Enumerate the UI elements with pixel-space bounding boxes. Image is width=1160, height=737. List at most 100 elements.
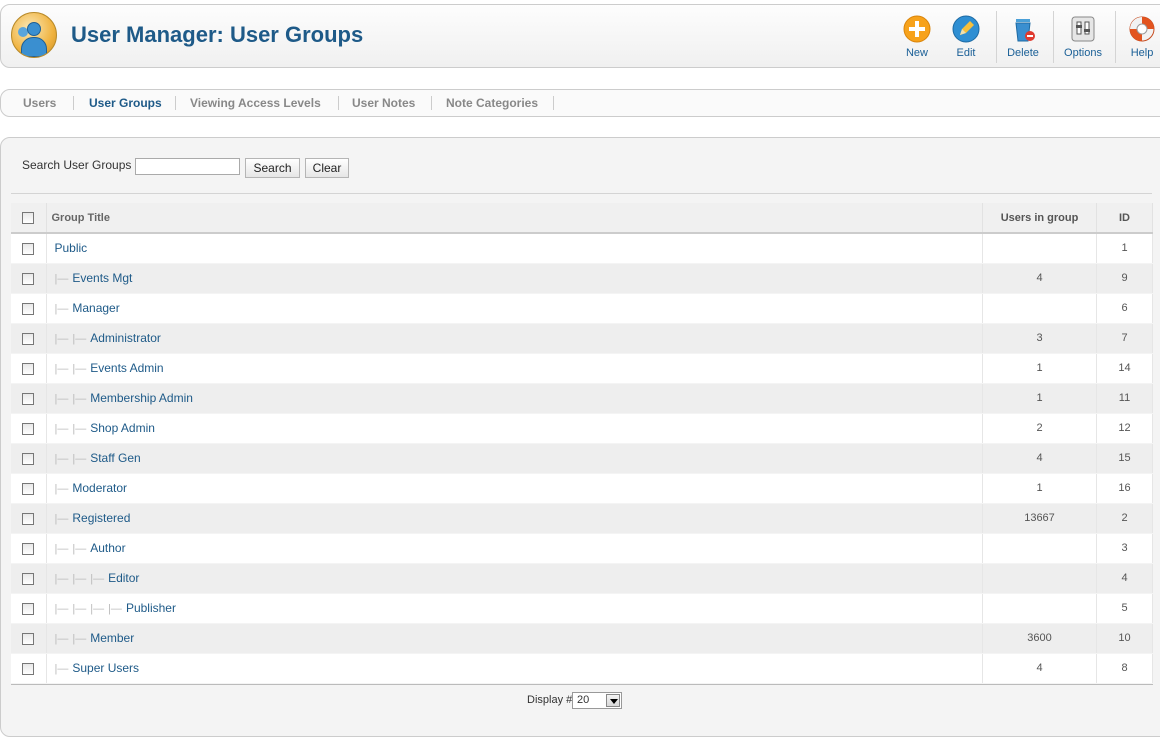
users-in-group-cell: 1 xyxy=(982,383,1097,414)
row-checkbox-cell xyxy=(11,353,47,384)
select-all-checkbox[interactable] xyxy=(22,211,35,224)
tree-indent-icon: |— xyxy=(72,363,87,375)
row-checkbox[interactable] xyxy=(22,392,35,405)
search-input[interactable] xyxy=(135,158,240,175)
group-title-link[interactable]: Shop Admin xyxy=(90,421,155,435)
row-checkbox[interactable] xyxy=(22,572,35,585)
display-limit-value: 20 xyxy=(577,694,590,706)
tab-note-categories[interactable]: Note Categories xyxy=(446,96,538,110)
tree-indent-icon: |— xyxy=(54,273,69,285)
page-title: User Manager: User Groups xyxy=(71,22,364,47)
row-checkbox-cell xyxy=(11,293,47,324)
chevron-down-icon[interactable] xyxy=(606,694,620,707)
group-title-cell: Public xyxy=(46,233,983,264)
tab-users[interactable]: Users xyxy=(23,96,56,110)
id-cell: 10 xyxy=(1096,623,1153,654)
tree-indent-icon: |— xyxy=(54,483,69,495)
help-label: Help xyxy=(1130,47,1154,59)
table-row: |— |— Author 3 xyxy=(11,533,1153,564)
tree-indent-icon: |— xyxy=(72,633,87,645)
row-checkbox[interactable] xyxy=(22,482,35,495)
tree-indent-icon: |— xyxy=(108,603,122,615)
row-checkbox-cell xyxy=(11,233,47,264)
row-checkbox[interactable] xyxy=(22,272,35,285)
clear-button[interactable]: Clear xyxy=(305,158,349,178)
row-checkbox-cell xyxy=(11,653,47,684)
group-title-link[interactable]: Staff Gen xyxy=(90,451,140,465)
tree-indent-icon: |— xyxy=(72,543,87,555)
toolbar-divider xyxy=(996,11,997,63)
table-row: |— |— Member 3600 10 xyxy=(11,623,1153,654)
column-id[interactable]: ID xyxy=(1096,203,1153,234)
row-checkbox[interactable] xyxy=(22,662,35,675)
users-in-group-cell xyxy=(982,233,1097,264)
display-label: Display # xyxy=(527,694,573,706)
row-checkbox[interactable] xyxy=(22,332,35,345)
group-title-link[interactable]: Publisher xyxy=(126,601,176,615)
tree-indent-icon: |— xyxy=(54,423,69,435)
users-in-group-cell: 13667 xyxy=(982,503,1097,534)
options-button[interactable]: Options xyxy=(1061,15,1105,63)
group-title-link[interactable]: Registered xyxy=(72,511,130,525)
group-title-link[interactable]: Public xyxy=(55,241,88,255)
row-checkbox[interactable] xyxy=(22,302,35,315)
display-limit-select[interactable]: 20 xyxy=(572,692,622,709)
group-title-link[interactable]: Member xyxy=(90,631,134,645)
row-checkbox[interactable] xyxy=(22,542,35,555)
group-title-link[interactable]: Super Users xyxy=(72,661,139,675)
row-checkbox-cell xyxy=(11,563,47,594)
group-title-link[interactable]: Moderator xyxy=(72,481,127,495)
tab-user-notes[interactable]: User Notes xyxy=(352,96,415,110)
edit-label: Edit xyxy=(956,47,976,59)
toolbar-divider xyxy=(1053,11,1054,63)
delete-label: Delete xyxy=(1007,47,1039,59)
users-in-group-cell: 4 xyxy=(982,653,1097,684)
row-checkbox[interactable] xyxy=(22,512,35,525)
group-title-link[interactable]: Administrator xyxy=(90,331,161,345)
row-checkbox[interactable] xyxy=(22,452,35,465)
table-row: |— |— Staff Gen 4 15 xyxy=(11,443,1153,474)
help-button[interactable]: Help xyxy=(1125,15,1159,63)
row-checkbox[interactable] xyxy=(22,243,35,256)
users-in-group-cell: 3600 xyxy=(982,623,1097,654)
row-checkbox[interactable] xyxy=(22,362,35,375)
group-title-link[interactable]: Membership Admin xyxy=(90,391,193,405)
row-checkbox-cell xyxy=(11,593,47,624)
group-title-cell: |— |— |— Editor xyxy=(46,563,983,594)
user-manager-icon xyxy=(11,12,57,58)
tree-indent-icon: |— xyxy=(54,603,69,615)
table-row: |— Manager 6 xyxy=(11,293,1153,324)
filter-divider xyxy=(11,193,1152,194)
id-cell: 2 xyxy=(1096,503,1153,534)
toolbar-box: User Manager: User Groups New Edit Delet… xyxy=(0,4,1160,68)
edit-button[interactable]: Edit xyxy=(947,15,985,63)
new-button[interactable]: New xyxy=(897,15,937,63)
row-checkbox[interactable] xyxy=(22,602,35,615)
group-title-link[interactable]: Manager xyxy=(72,301,119,315)
table-row: |— |— |— |— Publisher 5 xyxy=(11,593,1153,624)
delete-button[interactable]: Delete xyxy=(1003,15,1043,63)
group-title-link[interactable]: Author xyxy=(90,541,125,555)
table-row: |— Registered 13667 2 xyxy=(11,503,1153,534)
column-users-in-group[interactable]: Users in group xyxy=(982,203,1097,234)
id-cell: 11 xyxy=(1096,383,1153,414)
column-group-title[interactable]: Group Title xyxy=(46,203,983,234)
table-row: |— Super Users 4 8 xyxy=(11,653,1153,684)
tree-indent-icon: |— xyxy=(72,423,87,435)
row-checkbox-cell xyxy=(11,533,47,564)
tree-indent-icon: |— xyxy=(54,453,69,465)
users-in-group-cell: 2 xyxy=(982,413,1097,444)
table-row: |— Events Mgt 4 9 xyxy=(11,263,1153,294)
id-cell: 6 xyxy=(1096,293,1153,324)
users-in-group-cell: 1 xyxy=(982,353,1097,384)
search-button[interactable]: Search xyxy=(245,158,300,178)
tab-viewing-access-levels[interactable]: Viewing Access Levels xyxy=(190,96,321,110)
row-checkbox[interactable] xyxy=(22,422,35,435)
tree-indent-icon: |— xyxy=(72,333,87,345)
group-title-link[interactable]: Events Mgt xyxy=(72,271,132,285)
tab-user-groups[interactable]: User Groups xyxy=(89,96,162,110)
tree-indent-icon: |— xyxy=(54,573,69,585)
row-checkbox[interactable] xyxy=(22,632,35,645)
group-title-link[interactable]: Events Admin xyxy=(90,361,163,375)
group-title-link[interactable]: Editor xyxy=(108,571,139,585)
